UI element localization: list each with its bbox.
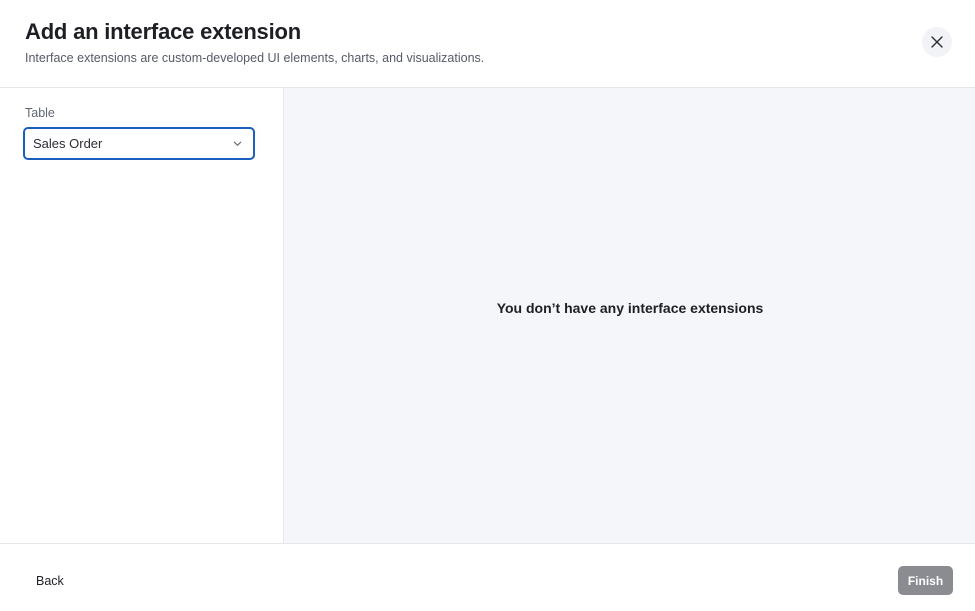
finish-button[interactable]: Finish <box>898 566 953 595</box>
dialog-title: Add an interface extension <box>25 19 301 44</box>
dialog-subtitle: Interface extensions are custom-develope… <box>25 51 485 65</box>
left-panel: Table Sales Order <box>0 88 283 543</box>
extensions-panel: You don’t have any interface extensions <box>283 88 975 543</box>
empty-state-message: You don’t have any interface extensions <box>496 300 764 316</box>
table-select[interactable]: Sales Order <box>23 127 255 160</box>
dialog-footer: Back Finish <box>0 543 975 611</box>
back-button[interactable]: Back <box>36 574 64 588</box>
close-button[interactable] <box>922 27 952 57</box>
table-select-value: Sales Order <box>33 136 103 151</box>
add-interface-extension-dialog: Add an interface extension Interface ext… <box>0 0 975 611</box>
close-icon <box>931 36 943 48</box>
dialog-header: Add an interface extension Interface ext… <box>0 0 975 88</box>
chevron-down-icon <box>233 141 242 146</box>
table-field-label: Table <box>25 106 55 120</box>
